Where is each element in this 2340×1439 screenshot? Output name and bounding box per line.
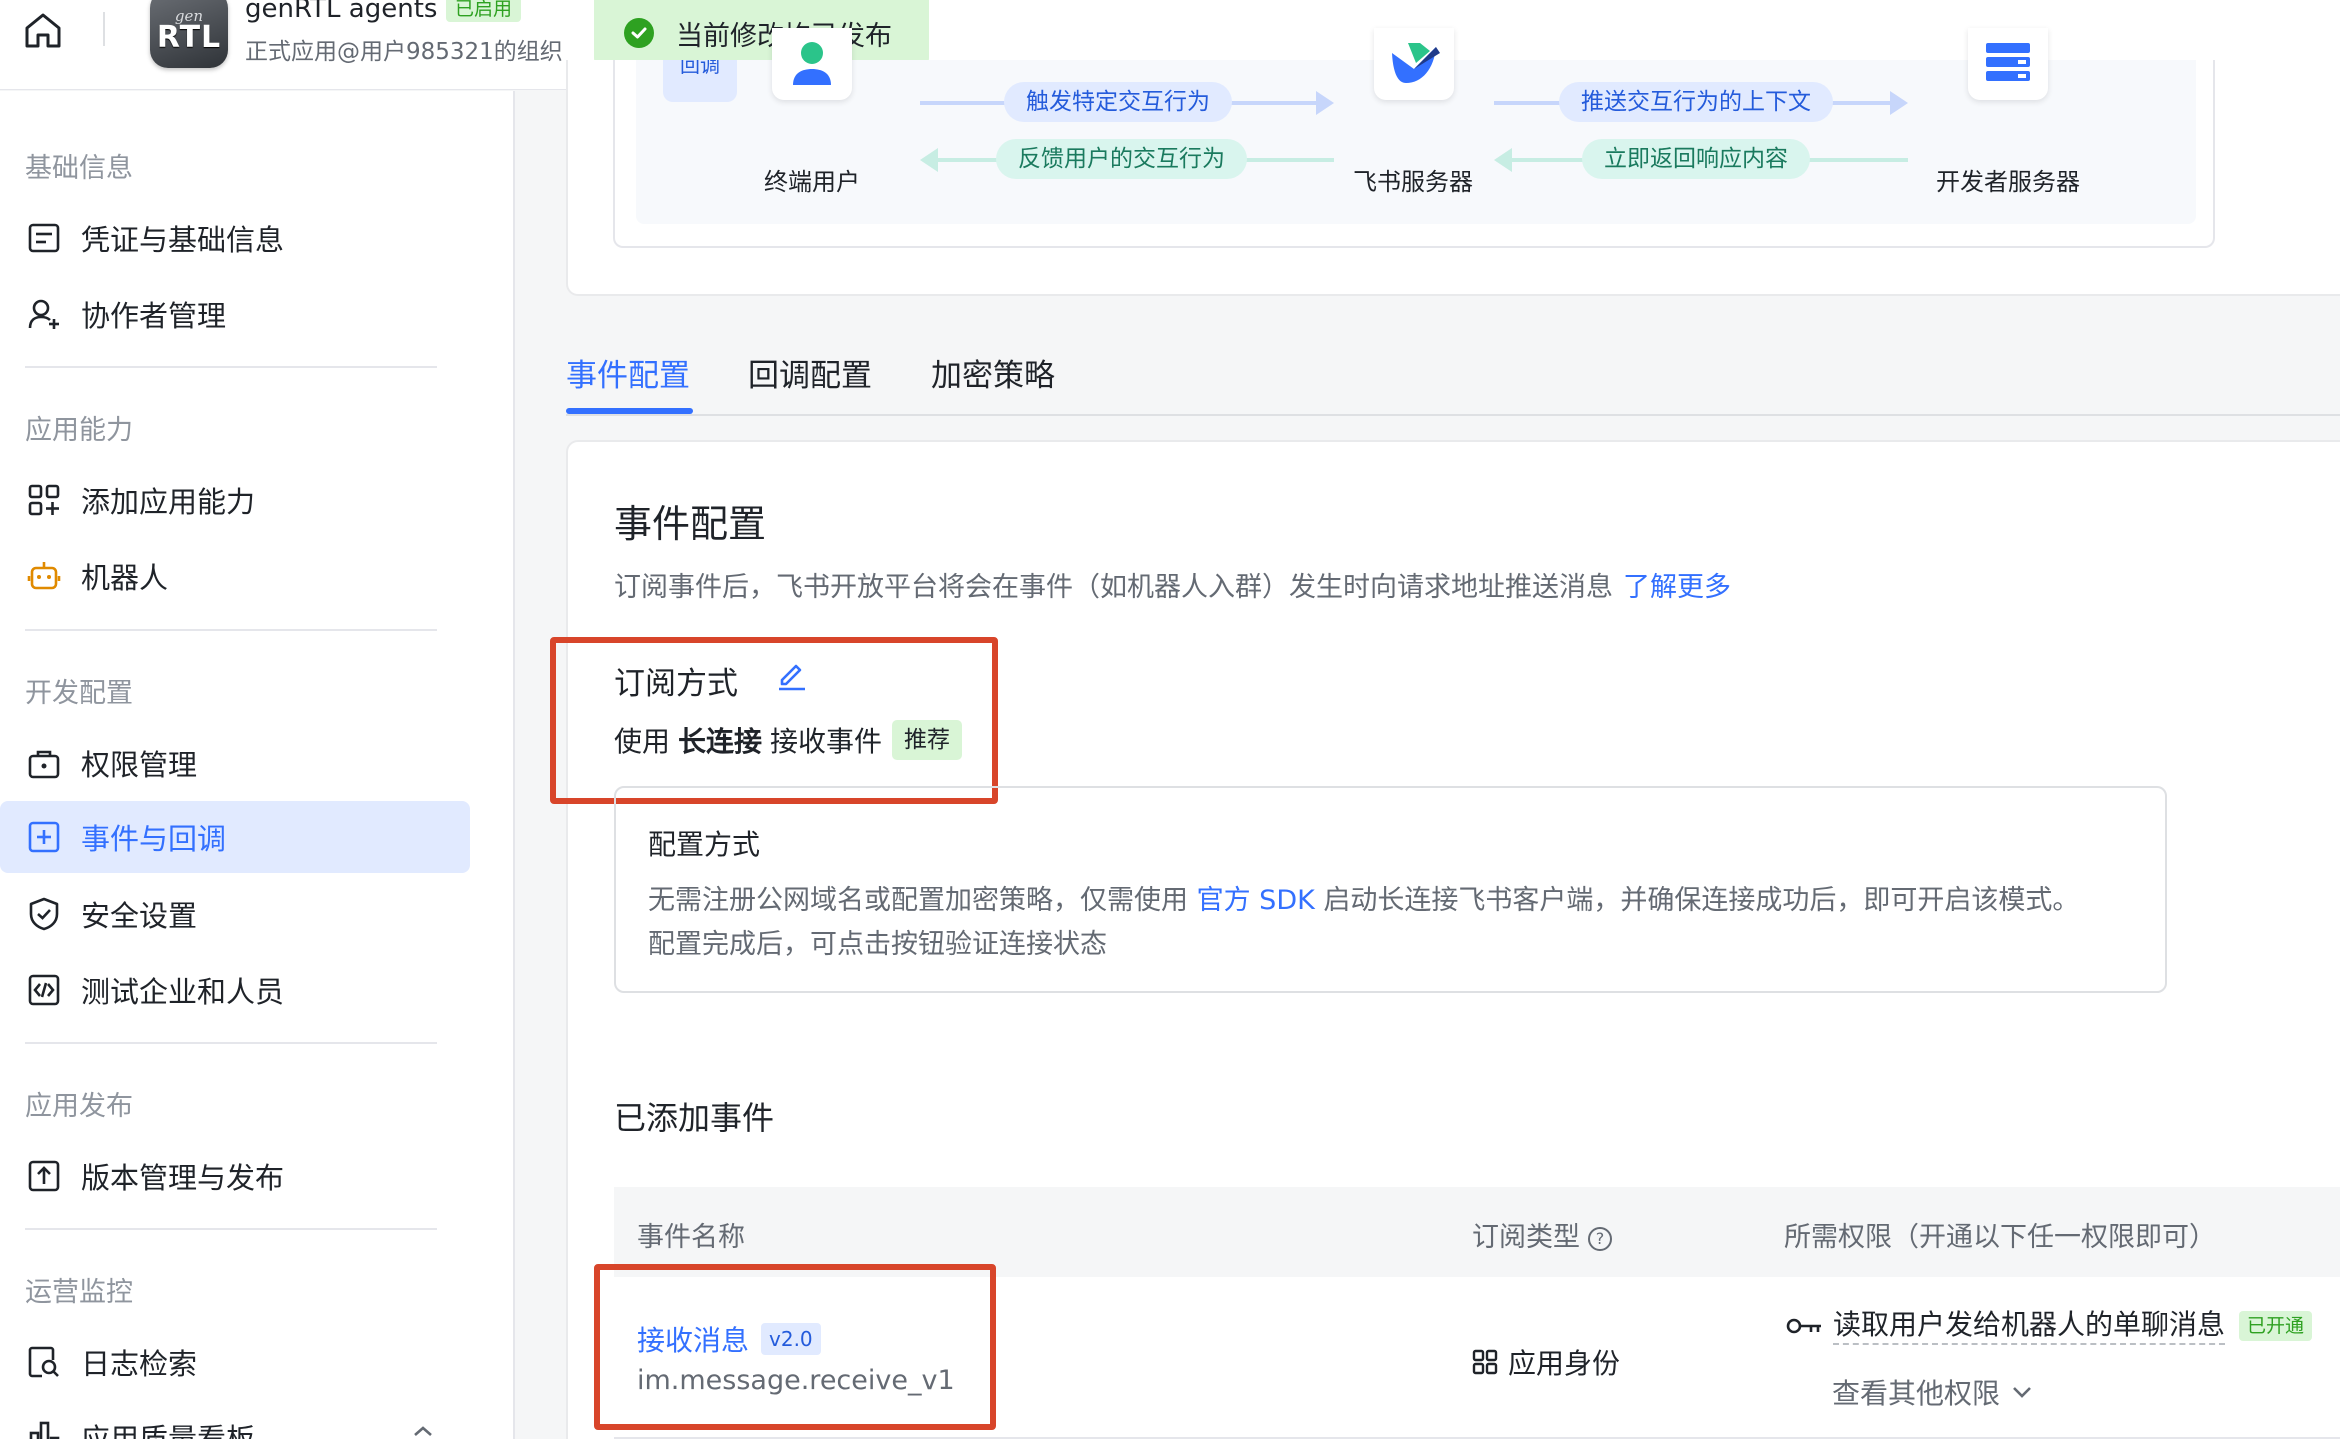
credential-icon bbox=[26, 220, 62, 256]
code-icon bbox=[26, 972, 62, 1008]
header-divider bbox=[103, 12, 105, 46]
sidebar-item-quality-board[interactable]: 应用质量看板 bbox=[0, 1404, 470, 1439]
highlight-box-event bbox=[594, 1264, 996, 1430]
callback-tag: 回调 bbox=[663, 60, 737, 102]
added-events-title: 已添加事件 bbox=[614, 1099, 775, 1137]
app-name[interactable]: genRTL agents bbox=[245, 0, 437, 24]
arrow-head-right bbox=[1890, 91, 1908, 115]
apps-grid-icon bbox=[1472, 1349, 1498, 1375]
chevron-up-icon[interactable] bbox=[412, 1424, 434, 1438]
arrow-head-right bbox=[1316, 91, 1334, 115]
app-logo: gen RTL bbox=[150, 0, 228, 68]
tab-event-config[interactable]: 事件配置 bbox=[566, 350, 690, 395]
sidebar-item-version-release[interactable]: 版本管理与发布 bbox=[0, 1140, 470, 1212]
sidebar-item-test-enterprise[interactable]: 测试企业和人员 bbox=[0, 954, 470, 1026]
node-feishu-server bbox=[1374, 28, 1454, 100]
node-end-user bbox=[772, 28, 852, 100]
permission-status-badge: 已开通 bbox=[2239, 1311, 2313, 1341]
sidebar-item-events-callbacks[interactable]: 事件与回调 bbox=[0, 801, 470, 873]
official-sdk-link[interactable]: 官方 SDK bbox=[1197, 885, 1315, 916]
node-label-feishu-server: 飞书服务器 bbox=[1353, 168, 1473, 196]
key-icon bbox=[1786, 1318, 1821, 1334]
sidebar-section-basic: 基础信息 bbox=[25, 153, 133, 184]
sidebar-item-label: 权限管理 bbox=[81, 748, 198, 782]
event-config-title: 事件配置 bbox=[614, 502, 767, 546]
sidebar-divider bbox=[25, 629, 437, 631]
flow-label-feedback: 反馈用户的交互行为 bbox=[996, 139, 1247, 179]
col-header-permissions: 所需权限（开通以下任一权限即可） bbox=[1784, 1222, 2216, 1253]
config-method-line2: 配置完成后，可点击按钮验证连接状态 bbox=[648, 929, 1107, 960]
robot-icon bbox=[26, 558, 62, 594]
sidebar-divider bbox=[25, 366, 437, 368]
arrow-head-left bbox=[920, 148, 938, 172]
home-icon[interactable] bbox=[20, 8, 66, 54]
app-org: 正式应用@用户985321的组织 bbox=[245, 39, 563, 65]
tab-encryption[interactable]: 加密策略 bbox=[931, 350, 1055, 395]
check-circle-icon bbox=[624, 18, 654, 48]
sidebar-section-dev: 开发配置 bbox=[25, 678, 133, 709]
shield-icon bbox=[26, 896, 62, 932]
tab-callback-config[interactable]: 回调配置 bbox=[748, 350, 872, 395]
sidebar-item-permissions[interactable]: 权限管理 bbox=[0, 727, 470, 799]
chevron-down-icon bbox=[2013, 1387, 2031, 1398]
sidebar-item-label: 协作者管理 bbox=[81, 299, 227, 333]
highlight-box-subscription bbox=[550, 637, 998, 804]
sidebar-item-label: 凭证与基础信息 bbox=[81, 223, 285, 257]
col-header-sub-type: 订阅类型? bbox=[1472, 1215, 1612, 1254]
node-label-dev-server: 开发者服务器 bbox=[1936, 168, 2080, 196]
config-method-line1: 无需注册公网域名或配置加密策略，仅需使用 官方 SDK 启动长连接飞书客户端，并… bbox=[648, 885, 2080, 916]
config-method-title: 配置方式 bbox=[648, 828, 761, 861]
app-logo-big-text: RTL bbox=[156, 20, 222, 55]
user-avatar-icon bbox=[793, 42, 831, 85]
flow-label-push-context: 推送交互行为的上下文 bbox=[1559, 82, 1833, 122]
sidebar-item-label: 添加应用能力 bbox=[81, 485, 256, 519]
flow-label-return: 立即返回响应内容 bbox=[1582, 139, 1810, 179]
active-tab-indicator bbox=[566, 408, 693, 414]
sidebar-item-label: 应用质量看板 bbox=[81, 1422, 256, 1439]
sidebar-section-release: 应用发布 bbox=[25, 1091, 133, 1122]
sidebar-item-log-search[interactable]: 日志检索 bbox=[0, 1326, 470, 1398]
help-icon[interactable]: ? bbox=[1588, 1227, 1612, 1251]
server-icon bbox=[1986, 43, 2030, 81]
sidebar-item-label: 安全设置 bbox=[81, 899, 198, 933]
add-user-icon bbox=[26, 296, 62, 332]
sidebar-divider bbox=[25, 1228, 437, 1230]
sidebar-section-ops: 运营监控 bbox=[25, 1277, 133, 1308]
apps-add-icon bbox=[26, 482, 62, 518]
arrow-head-left bbox=[1494, 148, 1512, 172]
sidebar-item-label: 机器人 bbox=[81, 561, 169, 595]
learn-more-link[interactable]: 了解更多 bbox=[1623, 572, 1731, 603]
chart-icon bbox=[26, 1418, 62, 1439]
sidebar-section-capability: 应用能力 bbox=[25, 415, 133, 446]
permission-icon bbox=[26, 745, 62, 781]
event-config-desc: 订阅事件后，飞书开放平台将会在事件（如机器人入群）发生时向请求地址推送消息 了解更… bbox=[614, 572, 1731, 603]
sidebar-item-label: 日志检索 bbox=[81, 1347, 198, 1381]
sidebar-divider bbox=[25, 1042, 437, 1044]
sidebar-item-label: 事件与回调 bbox=[81, 822, 227, 856]
publish-status-toast: 当前修改均已发布 bbox=[594, 0, 929, 66]
sidebar-item-collaborators[interactable]: 协作者管理 bbox=[0, 278, 470, 350]
node-label-end-user: 终端用户 bbox=[764, 168, 860, 196]
permission-name[interactable]: 读取用户发给机器人的单聊消息 bbox=[1833, 1307, 2226, 1345]
sidebar-item-label: 测试企业和人员 bbox=[81, 975, 285, 1009]
sidebar-item-security[interactable]: 安全设置 bbox=[0, 878, 470, 950]
log-search-icon bbox=[26, 1344, 62, 1380]
sidebar-item-credentials[interactable]: 凭证与基础信息 bbox=[0, 202, 470, 274]
event-icon bbox=[26, 819, 62, 855]
node-dev-server bbox=[1968, 28, 2048, 100]
sidebar-item-label: 版本管理与发布 bbox=[81, 1161, 285, 1195]
view-other-permissions[interactable]: 查看其他权限 bbox=[1832, 1372, 2034, 1412]
sidebar-item-add-capability[interactable]: 添加应用能力 bbox=[0, 464, 470, 536]
upload-icon bbox=[26, 1158, 62, 1194]
flow-label-trigger: 触发特定交互行为 bbox=[1004, 82, 1232, 122]
col-header-event-name: 事件名称 bbox=[637, 1222, 745, 1253]
permission-cell: 读取用户发给机器人的单聊消息 已开通 bbox=[1785, 1307, 2313, 1345]
feishu-logo-icon bbox=[1392, 43, 1440, 83]
app-status-badge: 已启用 bbox=[446, 0, 522, 22]
sidebar-item-robot[interactable]: 机器人 bbox=[0, 540, 470, 612]
subscription-type-cell: 应用身份 bbox=[1472, 1342, 1620, 1382]
